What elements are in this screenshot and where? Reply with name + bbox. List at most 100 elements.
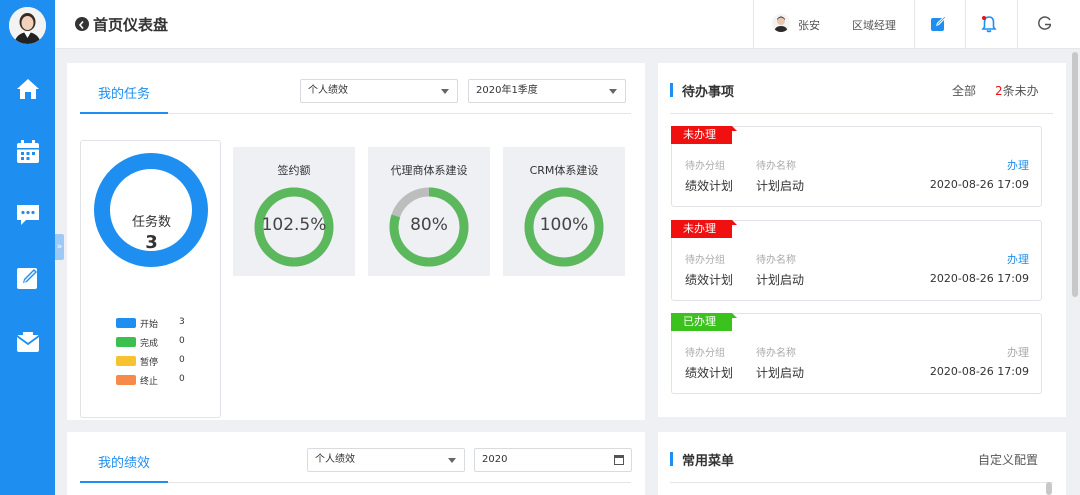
performance-type-select[interactable]: 个人绩效 [300, 79, 458, 103]
chat-icon[interactable] [14, 200, 42, 228]
user-role: 区域经理 [852, 19, 896, 32]
metric-card: 签约额 102.5% [233, 147, 355, 276]
chevron-down-icon [609, 89, 617, 94]
edit-icon[interactable] [14, 264, 42, 292]
legend-label: 暂停 [140, 358, 159, 368]
top-header: 首页仪表盘 张安 区域经理 [55, 0, 1080, 49]
handle-button[interactable]: 办理 [1007, 251, 1029, 267]
legend-swatch [116, 318, 136, 328]
legend-item: 完成 0 [116, 336, 196, 349]
section-marker [670, 452, 673, 466]
group-label: 待办分组 [685, 255, 725, 266]
performance-type-value: 个人绩效 [308, 85, 348, 96]
legend-swatch [116, 375, 136, 385]
legend-value: 0 [179, 355, 185, 365]
section-marker [670, 83, 673, 97]
user-avatar[interactable] [772, 14, 790, 32]
performance-type-select[interactable]: 个人绩效 [307, 448, 465, 472]
metric-title: 代理商体系建设 [390, 164, 468, 177]
legend-swatch [116, 337, 136, 347]
todo-title: 待办事项 [682, 85, 735, 100]
legend-item: 暂停 0 [116, 355, 196, 368]
chevron-down-icon [448, 458, 456, 463]
bell-icon[interactable] [980, 15, 998, 33]
status-badge: 已办理 [671, 313, 737, 331]
todo-time: 2020-08-26 17:09 [929, 178, 1029, 191]
todo-card[interactable]: 未办理 待办分组 待办名称 绩效计划 计划启动 办理 2020-08-26 17… [671, 126, 1042, 207]
user-name[interactable]: 张安 [798, 17, 820, 33]
todo-all-link[interactable]: 全部 [952, 82, 976, 99]
task-count-value: 3 [145, 232, 158, 253]
year-picker[interactable]: 2020 [474, 448, 632, 472]
header-divider [914, 0, 915, 49]
name-label: 待办名称 [756, 255, 796, 266]
legend-label: 终止 [140, 377, 159, 387]
handle-button[interactable]: 办理 [1007, 344, 1029, 360]
unread-number: 2 [995, 84, 1003, 98]
task-summary-card: 任务数 3 开始 3 完成 0 暂停 0 终止 0 [80, 140, 221, 418]
group-label: 待办分组 [685, 161, 725, 172]
legend-value: 3 [179, 317, 185, 327]
sidebar [0, 0, 55, 495]
todo-divider [670, 113, 1053, 114]
home-icon[interactable] [14, 75, 42, 103]
legend-label: 完成 [140, 339, 159, 349]
metric-percent: 102.5% [261, 215, 327, 235]
menu-divider [670, 482, 1053, 483]
legend-item: 终止 0 [116, 374, 196, 387]
menu-title: 常用菜单 [682, 454, 735, 469]
tab-active-indicator [80, 481, 168, 483]
edit-note-icon[interactable] [930, 15, 948, 33]
mail-icon[interactable] [14, 327, 42, 355]
name-value: 计划启动 [756, 179, 805, 193]
performance-type-value: 个人绩效 [315, 454, 355, 465]
tab-divider [168, 113, 631, 114]
period-select[interactable]: 2020年1季度 [468, 79, 626, 103]
todo-unread-count[interactable]: 2条未办 [995, 82, 1039, 99]
legend-label: 开始 [140, 320, 159, 330]
todo-time: 2020-08-26 17:09 [929, 272, 1029, 285]
legend-item: 开始 3 [116, 317, 196, 330]
metric-title: CRM体系建设 [529, 164, 599, 177]
status-badge: 未办理 [671, 126, 737, 144]
tab-my-tasks[interactable]: 我的任务 [98, 83, 150, 102]
tab-my-performance[interactable]: 我的绩效 [98, 452, 150, 471]
metric-card: CRM体系建设 100% [503, 147, 625, 276]
header-divider [965, 0, 966, 49]
group-value: 绩效计划 [685, 273, 734, 287]
tab-divider [168, 482, 631, 483]
calendar-icon[interactable] [14, 138, 42, 166]
customize-config-link[interactable]: 自定义配置 [978, 451, 1038, 468]
handle-button[interactable]: 办理 [1007, 157, 1029, 173]
todo-time: 2020-08-26 17:09 [929, 365, 1029, 378]
task-count-label: 任务数 [131, 215, 171, 230]
legend-swatch [116, 356, 136, 366]
group-value: 绩效计划 [685, 179, 734, 193]
unread-suffix: 条未办 [1002, 84, 1039, 98]
name-value: 计划启动 [756, 366, 805, 380]
group-label: 待办分组 [685, 348, 725, 359]
sidebar-expand-toggle[interactable]: » [55, 234, 64, 260]
todo-card[interactable]: 未办理 待办分组 待办名称 绩效计划 计划启动 办理 2020-08-26 17… [671, 220, 1042, 301]
period-value: 2020年1季度 [476, 85, 538, 96]
header-divider [753, 0, 754, 49]
name-label: 待办名称 [756, 348, 796, 359]
header-divider [1017, 0, 1018, 49]
metric-card: 代理商体系建设 80% [368, 147, 490, 276]
tab-active-indicator [80, 112, 168, 114]
todo-card[interactable]: 已办理 待办分组 待办名称 绩效计划 计划启动 办理 2020-08-26 17… [671, 313, 1042, 394]
group-value: 绩效计划 [685, 366, 734, 380]
page-title: 首页仪表盘 [93, 16, 169, 34]
status-badge: 未办理 [671, 220, 737, 238]
name-label: 待办名称 [756, 161, 796, 172]
scrollbar-thumb[interactable] [1046, 482, 1052, 495]
metric-title: 签约额 [277, 164, 311, 177]
page-scrollbar[interactable] [1072, 52, 1078, 297]
my-tasks-panel: 我的任务 个人绩效 2020年1季度 任务数 3 开始 3 完成 0 暂停 0 … [67, 63, 645, 420]
legend-value: 0 [179, 374, 185, 384]
logout-icon[interactable] [1036, 15, 1054, 33]
avatar[interactable] [9, 7, 46, 44]
metric-percent: 100% [539, 215, 589, 235]
back-icon[interactable] [75, 17, 89, 31]
todo-panel: 待办事项 全部 2条未办 未办理 待办分组 待办名称 绩效计划 计划启动 办理 … [658, 63, 1066, 417]
